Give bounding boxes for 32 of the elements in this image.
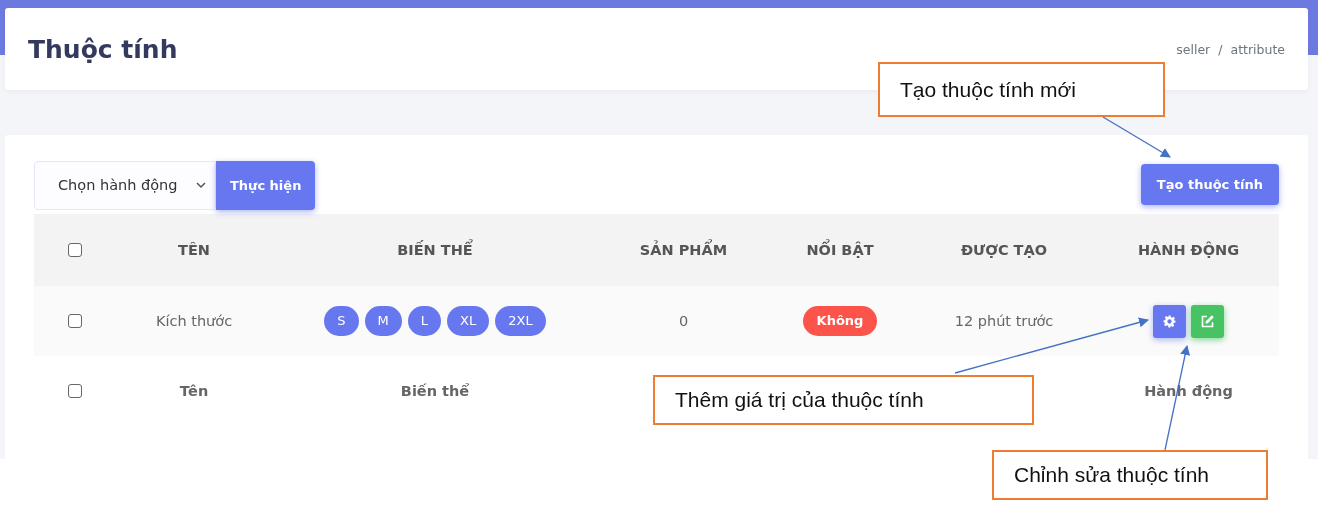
edit-icon [1200, 313, 1215, 329]
variant-tag: XL [447, 306, 490, 336]
settings-icon [1163, 314, 1176, 328]
create-attribute-button[interactable]: Tạo thuộc tính [1140, 163, 1279, 205]
callout-box: Chỉnh sửa thuộc tính [992, 450, 1268, 500]
table-cell: 0 [678, 313, 689, 329]
column-header: HÀNH ĐỘNG [1137, 242, 1240, 258]
page-title: Thuộc tính [28, 34, 178, 64]
settings-button[interactable] [1153, 304, 1186, 338]
status-badge: Không [802, 306, 878, 336]
breadcrumb-link[interactable]: seller [1176, 41, 1211, 57]
apply-button[interactable]: Thực hiện [216, 160, 316, 210]
variant-tag: 2XL [495, 306, 546, 336]
table-cell: Kích thước [155, 313, 233, 329]
breadcrumb-separator: / [1218, 41, 1223, 57]
column-footer: Tên [179, 383, 209, 399]
column-footer: Biến thể [400, 383, 470, 399]
variant-tag: S [324, 306, 359, 336]
callout-box: Thêm giá trị của thuộc tính [653, 375, 1034, 425]
callout-box: Tạo thuộc tính mới [878, 62, 1165, 117]
table-cell: 12 phút trước [954, 313, 1054, 329]
action-select[interactable]: Chọn hành động [34, 160, 216, 210]
variant-tag: L [407, 306, 442, 336]
checkbox[interactable] [67, 243, 82, 257]
breadcrumb-link[interactable]: attribute [1230, 41, 1285, 57]
variant-tag: M [364, 306, 402, 336]
column-header: ĐƯỢC TẠO [960, 242, 1048, 258]
arrow [1102, 116, 1171, 158]
chevron-down-icon [195, 181, 207, 189]
checkbox[interactable] [67, 384, 82, 398]
checkbox[interactable] [67, 314, 82, 328]
column-header: TÊN [178, 242, 210, 258]
